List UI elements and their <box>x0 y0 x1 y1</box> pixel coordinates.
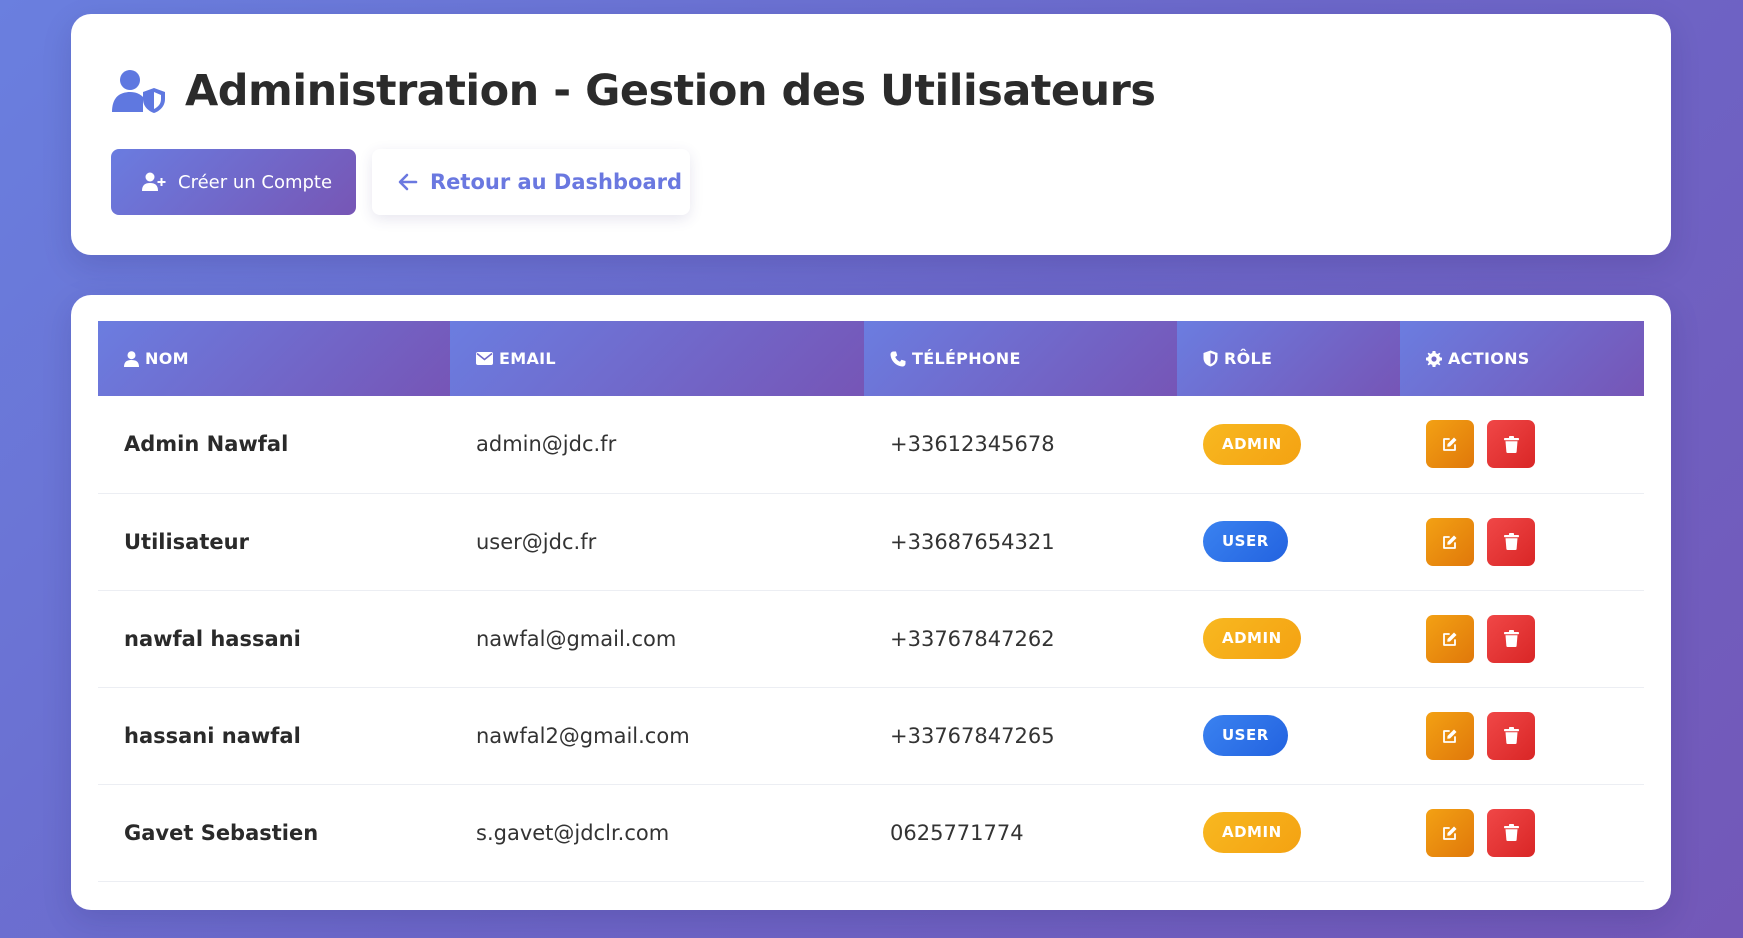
trash-icon <box>1503 435 1519 453</box>
user-phone-cell: +33612345678 <box>864 396 1177 494</box>
role-badge: ADMIN <box>1203 423 1301 465</box>
column-header-phone: TÉLÉPHONE <box>864 321 1177 396</box>
row-actions <box>1426 808 1644 857</box>
delete-user-button[interactable] <box>1487 711 1535 760</box>
column-header-email: EMAIL <box>450 321 864 396</box>
user-name-cell: Utilisateur <box>98 493 450 591</box>
user-role-cell: USER <box>1177 493 1400 591</box>
user-actions-cell <box>1400 784 1644 882</box>
user-email-cell: user@jdc.fr <box>450 493 864 591</box>
column-header-role: RÔLE <box>1177 321 1400 396</box>
user-name-cell: Gavet Sebastien <box>98 784 450 882</box>
user-email-cell: admin@jdc.fr <box>450 396 864 494</box>
user-email-cell: nawfal@gmail.com <box>450 590 864 688</box>
user-phone-cell: +33687654321 <box>864 493 1177 591</box>
user-actions-cell <box>1400 687 1644 785</box>
role-badge: USER <box>1203 715 1288 756</box>
delete-user-button[interactable] <box>1487 808 1535 857</box>
row-actions <box>1426 420 1644 469</box>
user-role-cell: ADMIN <box>1177 590 1400 688</box>
role-badge: USER <box>1203 521 1288 562</box>
edit-icon <box>1443 535 1457 549</box>
table-row: Gavet Sebastien s.gavet@jdclr.com 06257717… <box>98 784 1644 882</box>
user-actions-cell <box>1400 590 1644 688</box>
row-actions <box>1426 614 1644 663</box>
user-phone-cell: 0625771774 <box>864 784 1177 882</box>
edit-icon <box>1443 826 1457 840</box>
edit-user-button[interactable] <box>1426 517 1474 566</box>
role-badge: ADMIN <box>1203 812 1301 853</box>
trash-icon <box>1503 630 1519 647</box>
header-card: Administration - Gestion des Utilisateur… <box>71 14 1671 255</box>
edit-icon <box>1443 632 1457 646</box>
phone-icon <box>890 351 906 366</box>
page-title: Administration - Gestion des Utilisateur… <box>185 66 1156 116</box>
users-table-card: NOM EMAIL TÉLÉPHONE RÔLE ACTIONS Admin N… <box>71 295 1671 910</box>
user-icon <box>124 350 139 367</box>
user-name-cell: nawfal hassani <box>98 590 450 688</box>
column-header-actions: ACTIONS <box>1400 321 1644 396</box>
user-shield-icon <box>112 70 165 113</box>
table-body: Admin Nawfal admin@jdc.fr +33612345678 ADMI… <box>98 396 1644 882</box>
table-row: Utilisateur user@jdc.fr +33687654321 USER <box>98 493 1644 591</box>
table-row: Admin Nawfal admin@jdc.fr +33612345678 ADMI… <box>98 396 1644 494</box>
edit-user-button[interactable] <box>1426 711 1474 760</box>
row-actions <box>1426 711 1644 760</box>
row-actions <box>1426 517 1644 566</box>
user-phone-cell: +33767847265 <box>864 687 1177 785</box>
edit-user-button[interactable] <box>1426 614 1474 663</box>
trash-icon <box>1503 533 1519 550</box>
edit-icon <box>1443 729 1457 743</box>
back-to-dashboard-label: Retour au Dashboard <box>430 170 682 194</box>
user-email-cell: nawfal2@gmail.com <box>450 687 864 785</box>
title-row: Administration - Gestion des Utilisateur… <box>111 66 1156 116</box>
user-actions-cell <box>1400 493 1644 591</box>
user-email-cell: s.gavet@jdclr.com <box>450 784 864 882</box>
user-role-cell: USER <box>1177 687 1400 785</box>
edit-user-button[interactable] <box>1426 420 1474 469</box>
column-header-name: NOM <box>98 321 450 396</box>
delete-user-button[interactable] <box>1487 517 1535 566</box>
header-actions: Créer un Compte Retour au Dashboard <box>111 149 690 215</box>
user-phone-cell: +33767847262 <box>864 590 1177 688</box>
shield-icon <box>1203 350 1218 367</box>
edit-user-button[interactable] <box>1426 808 1474 857</box>
table-header-row: NOM EMAIL TÉLÉPHONE RÔLE ACTIONS <box>98 321 1644 396</box>
user-role-cell: ADMIN <box>1177 396 1400 494</box>
user-name-cell: Admin Nawfal <box>98 396 450 494</box>
create-account-label: Créer un Compte <box>178 171 333 193</box>
delete-user-button[interactable] <box>1487 420 1535 469</box>
create-account-button[interactable]: Créer un Compte <box>111 149 356 215</box>
users-table: NOM EMAIL TÉLÉPHONE RÔLE ACTIONS Admin N… <box>98 321 1644 882</box>
envelope-icon <box>476 352 493 365</box>
role-badge: ADMIN <box>1203 618 1301 659</box>
edit-icon <box>1443 437 1457 452</box>
arrow-left-icon <box>398 173 418 191</box>
user-name-cell: hassani nawfal <box>98 687 450 785</box>
table-row: hassani nawfal nawfal2@gmail.com +33767847… <box>98 687 1644 785</box>
user-role-cell: ADMIN <box>1177 784 1400 882</box>
trash-icon <box>1503 727 1519 744</box>
user-actions-cell <box>1400 396 1644 494</box>
gear-icon <box>1426 350 1442 367</box>
delete-user-button[interactable] <box>1487 614 1535 663</box>
trash-icon <box>1503 824 1519 841</box>
back-to-dashboard-button[interactable]: Retour au Dashboard <box>372 149 690 215</box>
table-row: nawfal hassani nawfal@gmail.com +337678472… <box>98 590 1644 688</box>
user-plus-icon <box>142 172 166 191</box>
